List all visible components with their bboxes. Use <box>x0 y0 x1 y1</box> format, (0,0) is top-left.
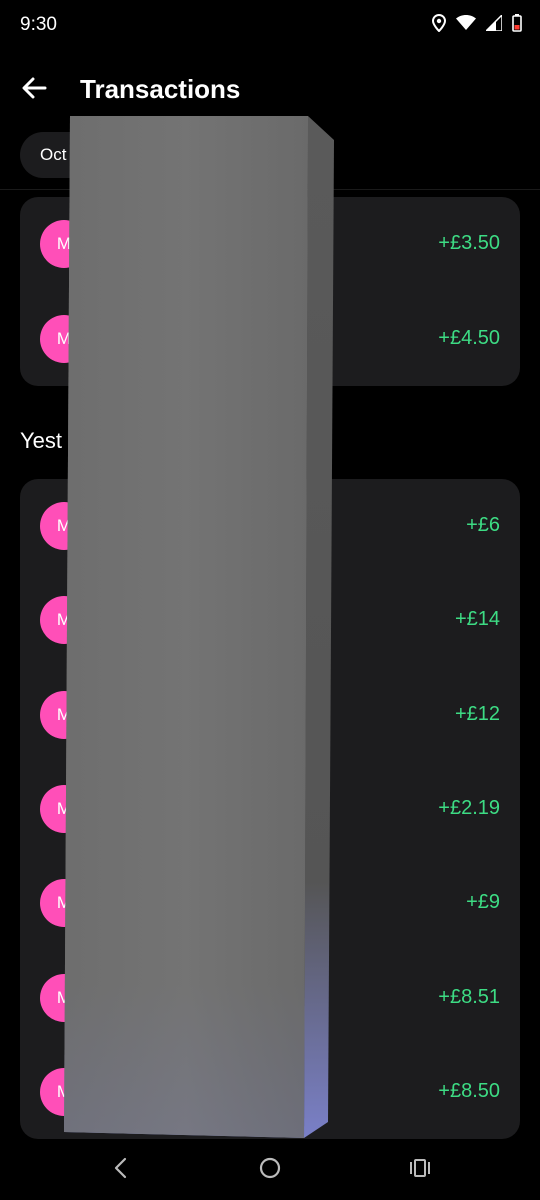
section-header-yesterday: Yest <box>20 428 63 453</box>
location-icon <box>432 14 446 32</box>
merchant-avatar: M <box>40 314 88 363</box>
status-bar: 9:30 <box>0 0 540 52</box>
arrow-left-icon <box>21 77 47 104</box>
system-nav-bar <box>0 1140 540 1200</box>
transaction-amount: +£14 <box>454 608 500 631</box>
avatar-initial: M <box>56 234 72 254</box>
transaction-amount: +£2.19 <box>438 797 500 820</box>
nav-home-button[interactable] <box>250 1154 290 1186</box>
signal-icon <box>486 15 502 31</box>
merchant-avatar: M <box>40 879 88 928</box>
transaction-row[interactable]: M +£6 <box>20 479 520 573</box>
transactions-card-yesterday: M +£6 M +£14 M +£12 M +£2.19 M +£9 M +£8… <box>20 479 520 1139</box>
transaction-amount: +£6 <box>466 514 500 537</box>
transactions-card-today: M +£3.50 M +£4.50 <box>20 197 520 386</box>
wifi-icon <box>456 15 476 31</box>
nav-home-icon <box>259 1157 281 1184</box>
transaction-row[interactable]: M +£8.50 <box>20 1045 520 1139</box>
nav-recents-button[interactable] <box>400 1154 440 1186</box>
avatar-initial: M <box>56 704 72 724</box>
transaction-row[interactable]: M +£8.51 <box>20 950 520 1044</box>
nav-recents-icon <box>409 1158 431 1183</box>
app-header: Transactions <box>0 60 540 120</box>
transaction-amount: +£12 <box>454 702 500 725</box>
avatar-initial: M <box>56 1081 72 1101</box>
avatar-initial: M <box>56 328 72 348</box>
back-button[interactable] <box>14 70 54 110</box>
transaction-amount: +£3.50 <box>438 232 500 255</box>
transaction-row[interactable]: M +£4.50 <box>20 292 520 387</box>
transaction-amount: +£8.51 <box>438 985 500 1008</box>
transaction-row[interactable]: M +£14 <box>20 573 520 667</box>
transaction-row[interactable]: M +£9 <box>20 856 520 950</box>
nav-back-icon <box>113 1157 127 1184</box>
transaction-amount: +£9 <box>466 891 500 914</box>
transaction-row[interactable]: M +£12 <box>20 668 520 762</box>
transaction-row[interactable]: M +£3.50 <box>20 197 520 292</box>
merchant-avatar: M <box>40 596 88 645</box>
status-time: 9:30 <box>20 14 57 35</box>
merchant-avatar: M <box>40 690 88 739</box>
avatar-initial: M <box>56 987 72 1007</box>
transaction-row[interactable]: M +£2.19 <box>20 762 520 856</box>
merchant-avatar: M <box>40 785 88 834</box>
battery-icon <box>512 14 522 32</box>
month-filter-label: Oct <box>40 145 67 164</box>
transaction-amount: +£8.50 <box>438 1079 500 1102</box>
merchant-avatar: M <box>40 973 88 1022</box>
avatar-initial: M <box>56 799 72 819</box>
status-icons <box>432 14 522 32</box>
avatar-initial: M <box>56 516 72 536</box>
nav-back-button[interactable] <box>100 1154 140 1186</box>
avatar-initial: M <box>56 610 72 630</box>
merchant-avatar: M <box>40 502 88 551</box>
filter-bar: Oct <box>0 122 540 190</box>
avatar-initial: M <box>56 893 72 913</box>
merchant-avatar: M <box>40 1067 88 1116</box>
merchant-avatar: M <box>40 220 88 269</box>
month-filter-chip[interactable]: Oct <box>20 132 140 178</box>
transaction-amount: +£4.50 <box>438 326 500 349</box>
page-title: Transactions <box>80 74 241 104</box>
